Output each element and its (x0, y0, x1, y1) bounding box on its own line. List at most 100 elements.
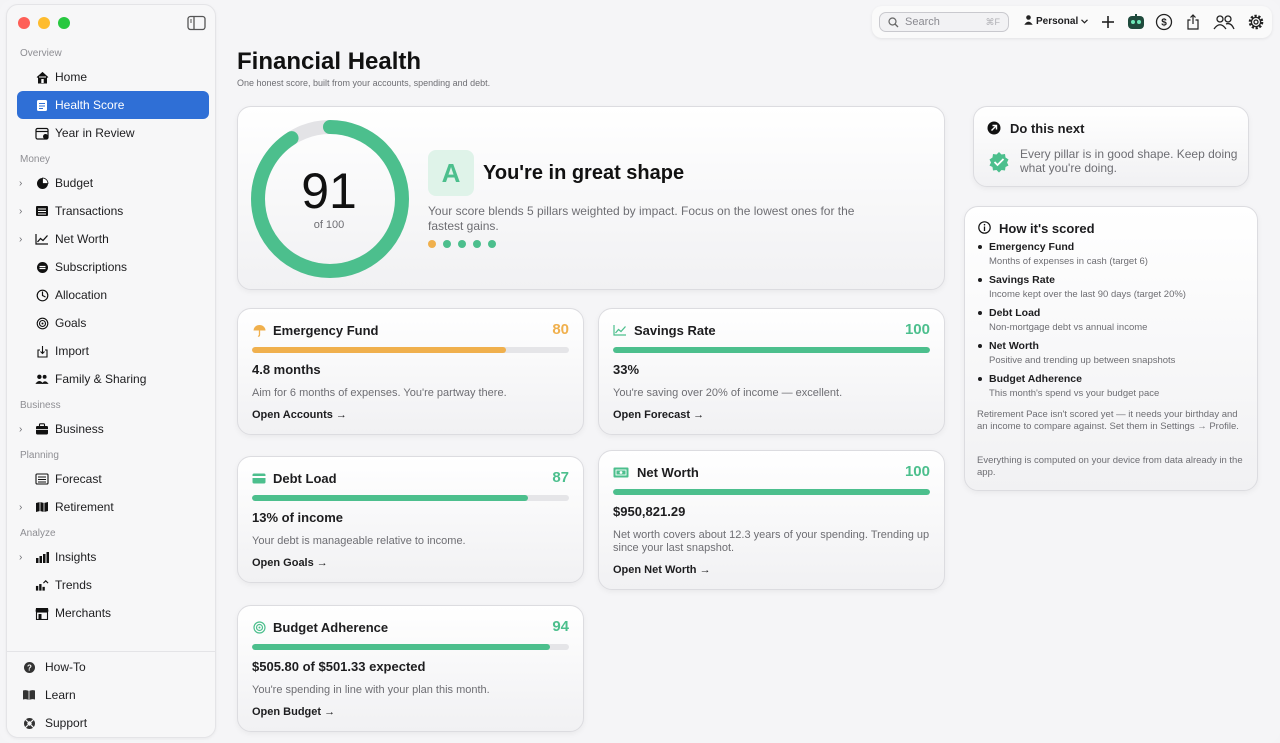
document-icon (35, 98, 49, 112)
chevron-right-icon[interactable]: › (19, 552, 29, 563)
people-icon (35, 372, 49, 386)
sidebar-item-family-sharing[interactable]: Family & Sharing (17, 365, 209, 393)
sidebar-item-import[interactable]: Import (17, 337, 209, 365)
sidebar-item-health-score[interactable]: Health Score (17, 91, 209, 119)
profile-switcher[interactable]: Personal (1024, 15, 1089, 28)
pillar-dot (458, 240, 466, 248)
footer-item-label: How-To (45, 660, 86, 674)
sidebar-item-label: Home (55, 70, 88, 84)
footer-item-learn[interactable]: Learn (7, 681, 215, 709)
chevron-right-icon[interactable]: › (19, 206, 29, 217)
pillar-metric: 33% (613, 362, 640, 377)
add-button[interactable] (1099, 13, 1117, 31)
chevron-right-icon[interactable]: › (19, 234, 29, 245)
pillar-progress-track (613, 347, 930, 353)
person-icon (1024, 15, 1033, 28)
sidebar-toggle-icon[interactable] (187, 15, 207, 31)
book-icon (22, 688, 36, 702)
list-item: Net Worth Positive and trending up betwee… (977, 340, 1249, 373)
pillar-description: Your debt is manageable relative to inco… (252, 535, 466, 547)
pillar-card-debt-load: Debt Load 87 13% of income Your debt is … (237, 456, 584, 583)
target-icon (35, 316, 49, 330)
sidebar-item-label: Budget (55, 176, 94, 190)
pillar-title: Savings Rate (634, 323, 716, 338)
lifebuoy-icon (22, 716, 36, 730)
chevron-right-icon[interactable]: › (19, 502, 29, 513)
target-icon (252, 620, 266, 634)
open-budget-link[interactable]: Open Budget → (252, 706, 335, 718)
svg-text:?: ? (27, 663, 32, 672)
chevron-right-icon[interactable]: › (19, 424, 29, 435)
line-chart-icon (35, 232, 49, 246)
open-accounts-link[interactable]: Open Accounts → (252, 409, 347, 421)
sidebar-item-retirement[interactable]: › Retirement (17, 493, 209, 521)
sidebar-item-trends[interactable]: Trends (17, 571, 209, 599)
footer-item-howto[interactable]: ? How-To (7, 653, 215, 681)
sidebar-item-label: Forecast (55, 472, 102, 486)
briefcase-icon (35, 422, 49, 436)
toolbar: Search ⌘F Personal $ (872, 6, 1272, 38)
open-forecast-link[interactable]: Open Forecast → (613, 409, 704, 421)
assistant-button[interactable] (1127, 13, 1145, 31)
chevron-down-icon (1081, 16, 1089, 27)
sharing-button[interactable] (1213, 13, 1235, 31)
section-label-business: Business (20, 400, 61, 411)
sidebar-item-home[interactable]: Home (17, 63, 209, 91)
section-label-analyze: Analyze (20, 528, 56, 539)
profile-label: Personal (1036, 16, 1079, 27)
section-label-overview: Overview (20, 48, 62, 59)
score-max: of 100 (313, 219, 345, 231)
sidebar-item-transactions[interactable]: › Transactions (17, 197, 209, 225)
pillar-progress-track (252, 347, 569, 353)
credit-card-icon (252, 471, 266, 485)
robot-icon (1128, 14, 1144, 29)
scored-title: How it's scored (999, 221, 1095, 236)
sidebar-item-label: Insights (55, 550, 97, 564)
sidebar-item-label: Merchants (55, 606, 112, 620)
sidebar-item-allocation[interactable]: Allocation (17, 281, 209, 309)
pillar-title: Emergency Fund (273, 323, 379, 338)
sidebar-item-budget[interactable]: › Budget (17, 169, 209, 197)
umbrella-icon (252, 323, 266, 337)
pillar-progress-fill (613, 489, 930, 495)
page-subtitle: One honest score, built from your accoun… (237, 78, 491, 88)
search-input[interactable]: Search ⌘F (879, 12, 1009, 32)
share-button[interactable] (1184, 13, 1202, 31)
minimize-window-button[interactable] (38, 17, 50, 29)
settings-button[interactable] (1247, 13, 1265, 31)
zoom-window-button[interactable] (58, 17, 70, 29)
privacy-note: Everything is computed on your device fr… (977, 455, 1243, 478)
pillar-score: 87 (552, 469, 569, 486)
footer-item-support[interactable]: Support (7, 709, 215, 737)
checkmark-seal-icon (988, 151, 1010, 178)
sidebar-item-merchants[interactable]: Merchants (17, 599, 209, 627)
pillar-metric: $950,821.29 (613, 504, 686, 519)
open-net-worth-link[interactable]: Open Net Worth → (613, 564, 711, 576)
search-shortcut: ⌘F (985, 16, 1001, 27)
sidebar-item-subscriptions[interactable]: Subscriptions (17, 253, 209, 281)
search-icon (888, 16, 899, 28)
pillar-title: Net Worth (637, 465, 699, 480)
do-this-next-card: Do this next Every pillar is in good sha… (973, 106, 1249, 187)
sidebar-item-net-worth[interactable]: › Net Worth (17, 225, 209, 253)
sidebar-item-business[interactable]: › Business (17, 415, 209, 443)
pie-chart-icon (35, 176, 49, 190)
pillar-card-budget-adherence: Budget Adherence 94 $505.80 of $501.33 e… (237, 605, 584, 732)
sidebar-item-label: Health Score (55, 98, 125, 112)
storefront-icon (35, 606, 49, 620)
sidebar-item-goals[interactable]: Goals (17, 309, 209, 337)
list-item: Debt Load Non-mortgage debt vs annual inc… (977, 307, 1249, 340)
open-goals-link[interactable]: Open Goals → (252, 557, 328, 569)
sidebar-item-insights[interactable]: › Insights (17, 543, 209, 571)
house-icon (35, 70, 49, 84)
chevron-right-icon[interactable]: › (19, 178, 29, 189)
forecast-icon (35, 472, 49, 486)
close-window-button[interactable] (18, 17, 30, 29)
sidebar-item-forecast[interactable]: Forecast (17, 465, 209, 493)
sidebar-item-label: Transactions (55, 204, 124, 218)
pillar-score: 100 (904, 321, 930, 338)
currency-button[interactable]: $ (1155, 13, 1173, 31)
page-title: Financial Health (237, 48, 422, 75)
pillar-dot (473, 240, 481, 248)
sidebar-item-year-in-review[interactable]: Year in Review (17, 119, 209, 147)
